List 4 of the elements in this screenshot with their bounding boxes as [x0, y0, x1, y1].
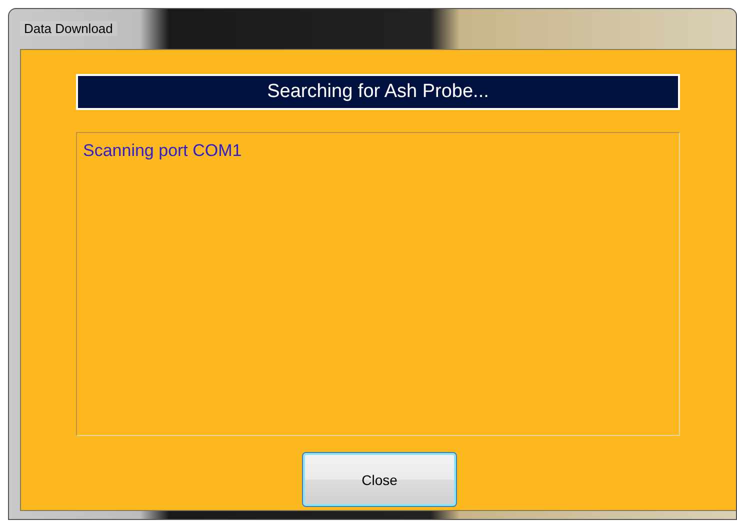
log-line: Scanning port COM1	[83, 141, 243, 161]
window-title: Data Download	[20, 21, 117, 36]
close-button[interactable]: Close	[302, 452, 457, 507]
status-banner: Searching for Ash Probe...	[76, 74, 680, 110]
